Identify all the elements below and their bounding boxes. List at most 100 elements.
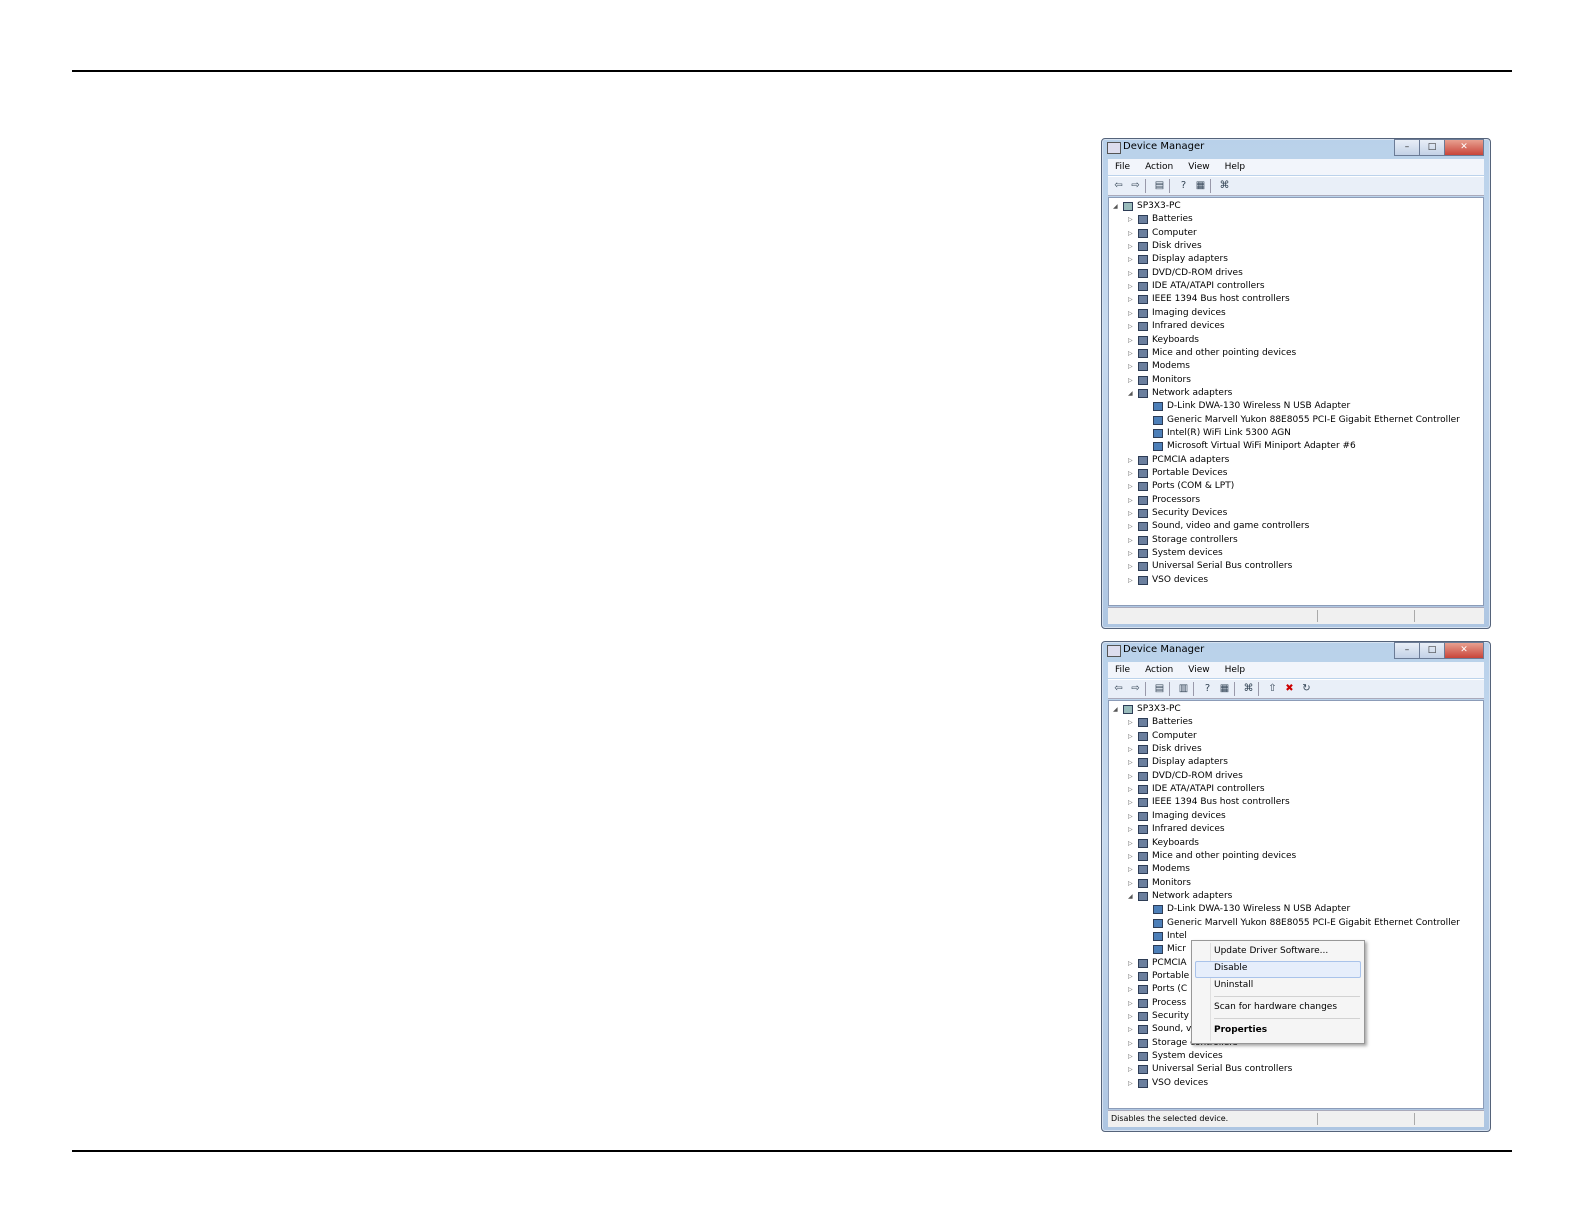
tree-category[interactable]: ▷ Infrared devices [1128,823,1225,836]
tree-category[interactable]: ▷ Display adapters [1128,253,1228,266]
network-adapter-item[interactable]: Intel [1143,930,1187,943]
collapsed-arrow-icon[interactable]: ▷ [1128,1010,1136,1023]
tree-root[interactable]: ◢ SP3X3-PC [1113,200,1181,213]
collapsed-arrow-icon[interactable]: ▷ [1128,997,1136,1010]
tree-category[interactable]: ▷ Portable Devices [1128,467,1227,480]
properties-icon[interactable]: ▦ [1218,683,1231,695]
collapsed-arrow-icon[interactable]: ▷ [1128,983,1136,996]
tree-category[interactable]: ▷ System devices [1128,547,1223,560]
menu-file[interactable]: File [1108,162,1138,172]
tree-category[interactable]: ▷ Security Devices [1128,507,1227,520]
network-adapter-item[interactable]: D-Link DWA-130 Wireless N USB Adapter [1143,400,1350,413]
tree-category[interactable]: ▷ Processors [1128,494,1200,507]
forward-arrow-icon[interactable]: ⇨ [1129,180,1142,192]
tree-category[interactable]: ▷ Disk drives [1128,240,1202,253]
collapsed-arrow-icon[interactable]: ▷ [1128,360,1136,373]
tree-category[interactable]: ▷ VSO devices [1128,1077,1208,1090]
tree-category[interactable]: ◢ Network adapters [1128,890,1232,903]
minimize-button[interactable]: – [1394,642,1420,659]
tree-category[interactable]: ▷ Mice and other pointing devices [1128,347,1296,360]
collapsed-arrow-icon[interactable]: ▷ [1128,547,1136,560]
uninstall-icon[interactable]: ✖ [1283,683,1296,695]
maximize-button[interactable]: □ [1419,139,1445,156]
collapsed-arrow-icon[interactable]: ▷ [1128,240,1136,253]
tree-category[interactable]: ▷ Batteries [1128,716,1193,729]
scan-hardware-icon[interactable]: ⌘ [1242,683,1255,695]
tree-category[interactable]: ▷ Infrared devices [1128,320,1225,333]
network-adapter-item[interactable]: Microsoft Virtual WiFi Miniport Adapter … [1143,440,1356,453]
network-adapter-item[interactable]: Generic Marvell Yukon 88E8055 PCI-E Giga… [1143,917,1460,930]
tree-category[interactable]: ▷ IEEE 1394 Bus host controllers [1128,796,1290,809]
menu-help[interactable]: Help [1218,162,1254,172]
collapsed-arrow-icon[interactable]: ▷ [1128,957,1136,970]
update-driver-icon[interactable]: ⇧ [1266,683,1279,695]
tree-category[interactable]: ▷ PCMCIA adapters [1128,454,1229,467]
collapsed-arrow-icon[interactable]: ▷ [1128,810,1136,823]
menu-item-uninstall[interactable]: Uninstall [1214,978,1253,992]
collapsed-arrow-icon[interactable]: ▷ [1128,307,1136,320]
menu-item-disable[interactable]: Disable [1214,961,1247,975]
tree-category[interactable]: ▷ Imaging devices [1128,307,1226,320]
title-bar[interactable]: Device Manager – □ ✕ [1102,139,1490,157]
tree-category[interactable]: ▷ Keyboards [1128,837,1199,850]
network-adapter-item[interactable]: Micr [1143,943,1186,956]
collapsed-arrow-icon[interactable]: ▷ [1128,520,1136,533]
collapsed-arrow-icon[interactable]: ▷ [1128,863,1136,876]
menu-item-update-driver[interactable]: Update Driver Software... [1214,944,1328,958]
close-button[interactable]: ✕ [1444,139,1484,156]
tree-category[interactable]: ▷ Ports (COM & LPT) [1128,480,1234,493]
collapsed-arrow-icon[interactable]: ▷ [1128,280,1136,293]
tree-category[interactable]: ▷ Disk drives [1128,743,1202,756]
collapsed-arrow-icon[interactable]: ▷ [1128,837,1136,850]
tree-category[interactable]: ▷ Batteries [1128,213,1193,226]
help-icon[interactable]: ? [1201,683,1214,695]
tree-category[interactable]: ▷ DVD/CD-ROM drives [1128,267,1243,280]
collapsed-arrow-icon[interactable]: ▷ [1128,1063,1136,1076]
menu-view[interactable]: View [1181,162,1217,172]
expanded-arrow-icon[interactable]: ◢ [1128,890,1136,903]
tree-category[interactable]: ▷ IDE ATA/ATAPI controllers [1128,280,1265,293]
expanded-arrow-icon[interactable]: ◢ [1128,387,1136,400]
collapsed-arrow-icon[interactable]: ▷ [1128,534,1136,547]
menu-help[interactable]: Help [1218,665,1254,675]
tree-category[interactable]: ▷ Security [1128,1010,1189,1023]
collapsed-arrow-icon[interactable]: ▷ [1128,494,1136,507]
properties-icon[interactable]: ▦ [1194,180,1207,192]
tree-category[interactable]: ▷ Monitors [1128,374,1191,387]
tree-category[interactable]: ▷ Modems [1128,863,1190,876]
collapsed-arrow-icon[interactable]: ▷ [1128,970,1136,983]
network-adapter-item[interactable]: D-Link DWA-130 Wireless N USB Adapter [1143,903,1350,916]
tree-category[interactable]: ▷ Ports (C [1128,983,1187,996]
show-hide-tree-icon[interactable]: ▤ [1153,683,1166,695]
disable-device-icon[interactable]: ↻ [1300,683,1313,695]
help-icon[interactable]: ? [1177,180,1190,192]
tree-category[interactable]: ▷ Imaging devices [1128,810,1226,823]
tree-category[interactable]: ▷ IEEE 1394 Bus host controllers [1128,293,1290,306]
tree-category[interactable]: ▷ Universal Serial Bus controllers [1128,560,1292,573]
collapsed-arrow-icon[interactable]: ▷ [1128,743,1136,756]
tree-category[interactable]: ▷ System devices [1128,1050,1223,1063]
tree-category[interactable]: ▷ Computer [1128,227,1197,240]
tree-category[interactable]: ▷ Modems [1128,360,1190,373]
collapsed-arrow-icon[interactable]: ▷ [1128,1050,1136,1063]
collapsed-arrow-icon[interactable]: ▷ [1128,783,1136,796]
collapsed-arrow-icon[interactable]: ▷ [1128,374,1136,387]
minimize-button[interactable]: – [1394,139,1420,156]
properties-sheet-icon[interactable]: ▥ [1177,683,1190,695]
network-adapter-item[interactable]: Generic Marvell Yukon 88E8055 PCI-E Giga… [1143,414,1460,427]
back-arrow-icon[interactable]: ⇦ [1112,683,1125,695]
collapsed-arrow-icon[interactable]: ▷ [1128,320,1136,333]
tree-category[interactable]: ▷ Keyboards [1128,334,1199,347]
close-button[interactable]: ✕ [1444,642,1484,659]
collapsed-arrow-icon[interactable]: ▷ [1128,560,1136,573]
tree-category[interactable]: ▷ Universal Serial Bus controllers [1128,1063,1292,1076]
collapsed-arrow-icon[interactable]: ▷ [1128,267,1136,280]
collapsed-arrow-icon[interactable]: ▷ [1128,227,1136,240]
menu-action[interactable]: Action [1138,665,1181,675]
show-hide-tree-icon[interactable]: ▤ [1153,180,1166,192]
collapsed-arrow-icon[interactable]: ▷ [1128,770,1136,783]
network-adapter-item[interactable]: Intel(R) WiFi Link 5300 AGN [1143,427,1291,440]
collapsed-arrow-icon[interactable]: ▷ [1128,213,1136,226]
scan-hardware-icon[interactable]: ⌘ [1218,180,1231,192]
title-bar[interactable]: Device Manager – □ ✕ [1102,642,1490,660]
